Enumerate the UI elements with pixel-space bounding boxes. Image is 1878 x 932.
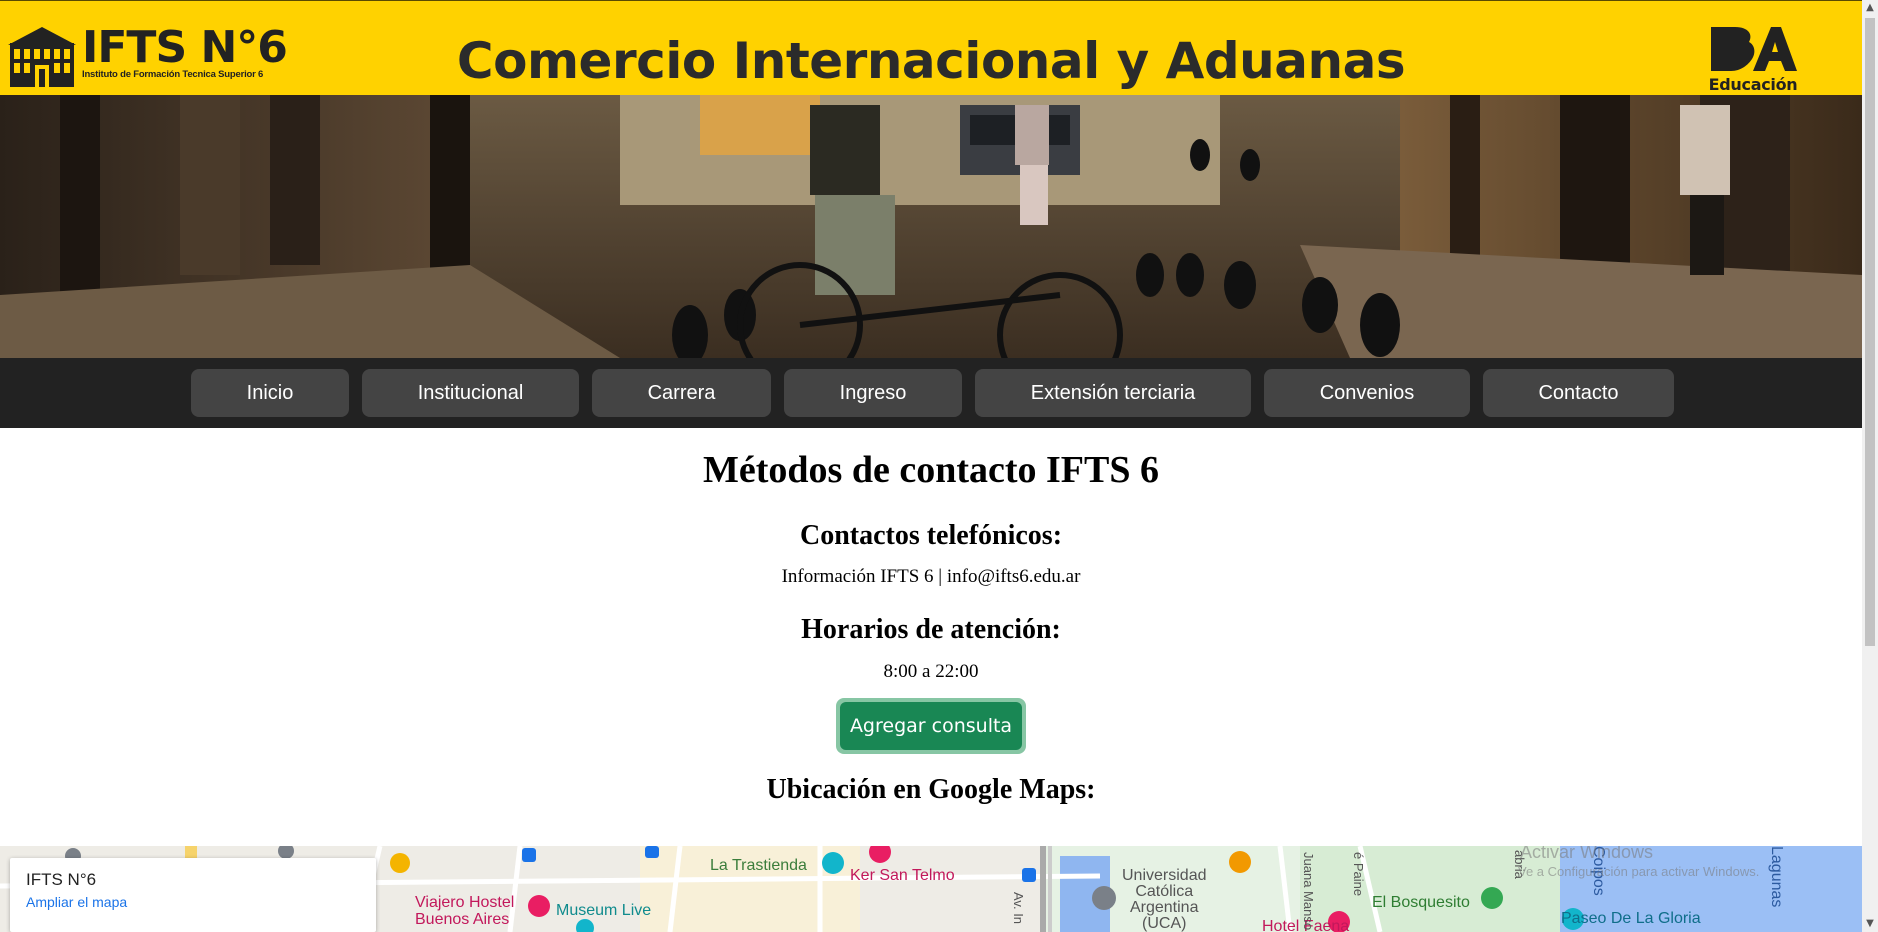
map-label-museum-live: Museum Live bbox=[556, 902, 652, 919]
map-label-viajero-hostel: Viajero Hostel Buenos Aires bbox=[415, 894, 514, 928]
nav-item-institucional[interactable]: Institucional bbox=[362, 369, 579, 417]
map-label-uca-line4: (UCA) bbox=[1142, 915, 1187, 932]
ba-logo-label: Educación bbox=[1708, 75, 1798, 94]
map-heading: Ubicación en Google Maps: bbox=[766, 774, 1096, 805]
hours-text: 8:00 a 22:00 bbox=[883, 661, 979, 682]
nav-item-contacto[interactable]: Contacto bbox=[1483, 369, 1674, 417]
map-label-paine: é Paine bbox=[1351, 852, 1366, 897]
nav-item-carrera[interactable]: Carrera bbox=[592, 369, 771, 417]
page-scrollbar[interactable]: ▲ ▼ bbox=[1862, 0, 1878, 932]
page-title: Comercio Internacional y Aduanas bbox=[456, 32, 1406, 90]
map-label-paseo-de-la-gloria: Paseo De La Gloria bbox=[1561, 910, 1701, 927]
add-query-button-focus-ring: Agregar consulta bbox=[836, 698, 1026, 754]
nav-item-inicio[interactable]: Inicio bbox=[191, 369, 349, 417]
map-label-ker-san-telmo: Ker San Telmo bbox=[850, 867, 955, 884]
add-query-button[interactable]: Agregar consulta bbox=[840, 702, 1022, 750]
scroll-down-icon[interactable]: ▼ bbox=[1862, 916, 1878, 932]
map-label-lagunas: Lagunas bbox=[1768, 846, 1785, 908]
site-header: IFTS N°6 Instituto de Formación Tecnica … bbox=[0, 0, 1862, 95]
map-label-uca: Universidad Católica Argentina (UCA) bbox=[1122, 868, 1206, 932]
main-nav: Inicio Institucional Carrera Ingreso Ext… bbox=[0, 358, 1862, 428]
map-label-uca-line3: Argentina bbox=[1129, 899, 1199, 916]
hours-heading: Horarios de atención: bbox=[801, 614, 1061, 645]
nav-item-convenios[interactable]: Convenios bbox=[1264, 369, 1470, 417]
map-label-uca-line1: Universidad bbox=[1122, 867, 1207, 884]
windows-activation-subtext: Ve a Configuración para activar Windows. bbox=[1518, 864, 1760, 879]
map-label-trastienda: La Trastienda bbox=[710, 857, 807, 874]
scroll-up-icon[interactable]: ▲ bbox=[1862, 0, 1878, 16]
ba-logo-icon bbox=[1711, 27, 1797, 71]
ba-educacion-logo[interactable]: Educación bbox=[1706, 25, 1800, 95]
map-label-juana-manso: Juana Manso bbox=[1301, 852, 1316, 931]
scroll-thumb[interactable] bbox=[1865, 18, 1875, 646]
map-label-el-bosquesito: El Bosquesito bbox=[1372, 894, 1470, 911]
map-label-uca-line2: Católica bbox=[1135, 883, 1194, 900]
phone-info-text: Información IFTS 6 | info@ifts6.edu.ar bbox=[781, 566, 1081, 587]
nav-item-extension-terciaria[interactable]: Extensión terciaria bbox=[975, 369, 1251, 417]
map-place-card: IFTS N°6 Ampliar el mapa bbox=[10, 858, 376, 932]
enlarge-map-link[interactable]: Ampliar el mapa bbox=[26, 894, 360, 910]
map-label-viajero-line2: Buenos Aires bbox=[415, 911, 510, 928]
phone-heading: Contactos telefónicos: bbox=[799, 520, 1063, 551]
map-label-av-in: Av. In bbox=[1011, 892, 1026, 925]
contact-title: Métodos de contacto IFTS 6 bbox=[703, 449, 1159, 491]
hero-banner-image bbox=[0, 95, 1862, 358]
windows-activation-watermark: Activar Windows bbox=[1520, 846, 1654, 862]
nav-item-ingreso[interactable]: Ingreso bbox=[784, 369, 962, 417]
google-map-embed[interactable]: La Trastienda Ker San Telmo Viajero Host… bbox=[0, 846, 1862, 932]
map-label-viajero-line1: Viajero Hostel bbox=[415, 894, 515, 911]
map-place-title: IFTS N°6 bbox=[26, 870, 97, 889]
